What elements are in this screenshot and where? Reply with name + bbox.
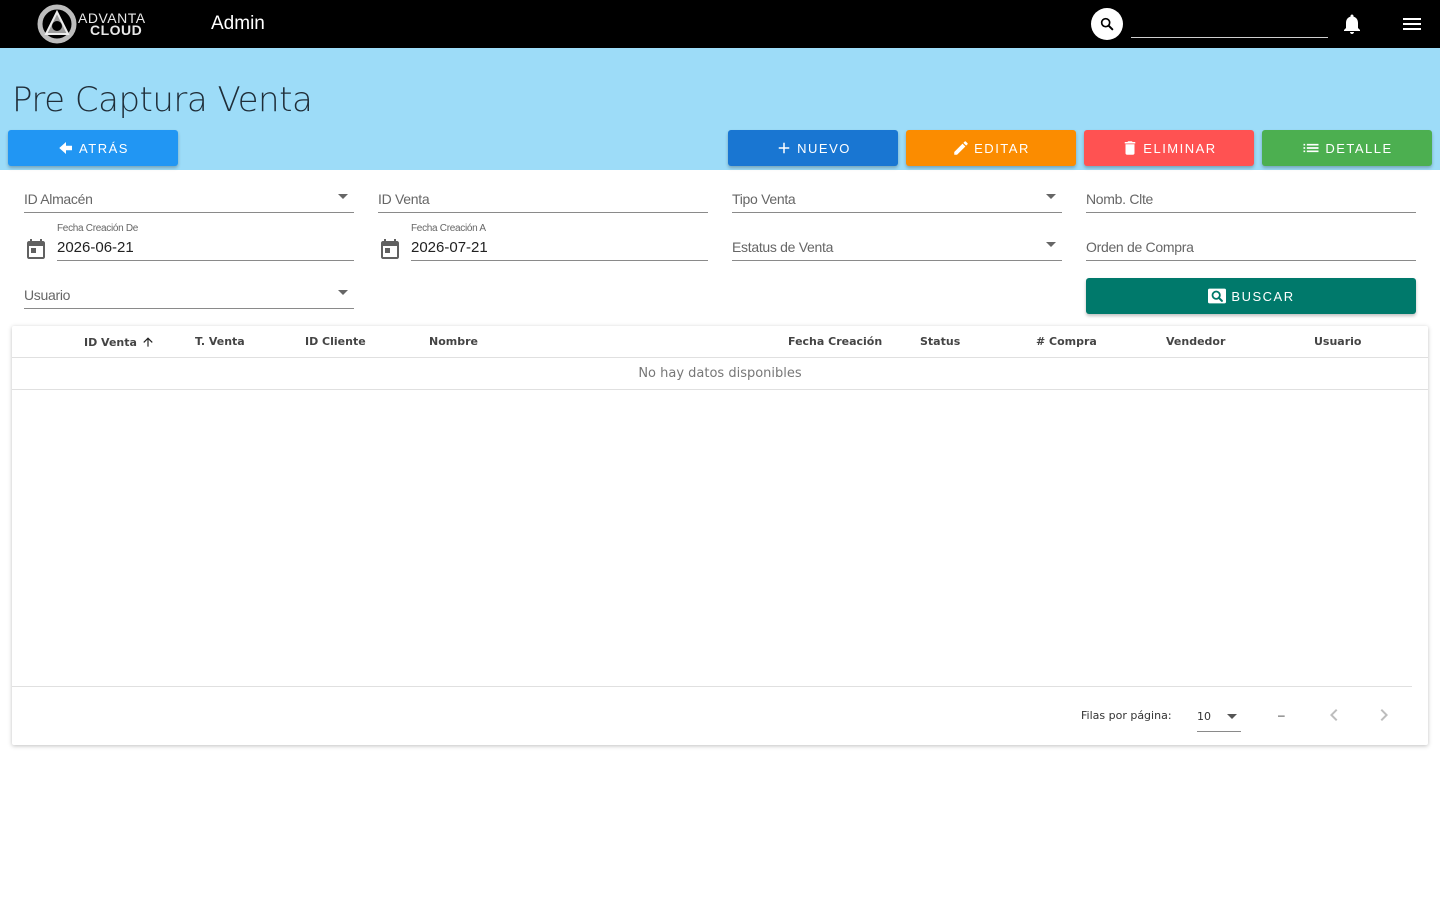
notifications-button[interactable] [1340, 12, 1364, 36]
page-title: Pre Captura Venta [12, 80, 313, 120]
logo-emblem-icon [37, 4, 77, 44]
fecha-creacion-de-field[interactable]: Fecha Creación De 2026-06-21 [57, 223, 354, 261]
column-header-id-venta[interactable]: ID Venta [84, 335, 155, 349]
almacen-select[interactable]: ID Almacén [24, 181, 354, 213]
image-search-icon [1208, 288, 1227, 304]
usuario-select[interactable]: Usuario [24, 277, 354, 309]
fecha-creacion-a-value: 2026-07-21 [411, 239, 488, 256]
detail-button[interactable]: DETALLE [1262, 130, 1432, 166]
search-icon [1100, 17, 1114, 31]
usuario-label: Usuario [24, 287, 71, 303]
column-header-nombre[interactable]: Nombre [429, 335, 478, 348]
calendar-icon[interactable] [24, 237, 48, 261]
arrow-left-icon [59, 142, 73, 154]
rows-per-page-value: 10 [1197, 710, 1211, 723]
nomb-clte-input[interactable]: Nomb. Clte [1086, 181, 1416, 213]
bell-icon [1344, 14, 1360, 34]
calendar-icon[interactable] [378, 237, 402, 261]
tipo-venta-select[interactable]: Tipo Venta [732, 181, 1062, 213]
edit-button-label: EDITAR [974, 140, 1030, 156]
pencil-icon [954, 141, 968, 155]
header-divider [12, 357, 1428, 358]
back-button[interactable]: ATRÁS [8, 130, 178, 166]
next-page-button[interactable] [1372, 703, 1396, 727]
column-header-fecha-creacion[interactable]: Fecha Creación [788, 335, 882, 348]
detail-button-label: DETALLE [1325, 140, 1393, 156]
rows-per-page-label: Filas por página: [1081, 709, 1172, 722]
chevron-down-icon [1046, 194, 1056, 199]
rows-per-page-select[interactable]: 10 [1197, 702, 1241, 732]
sort-ascending-icon [143, 337, 153, 347]
advanta-cloud-logo[interactable]: ADVANTA CLOUD [36, 4, 158, 44]
back-button-label: ATRÁS [79, 140, 129, 156]
almacen-label: ID Almacén [24, 191, 93, 207]
empty-message: No hay datos disponibles [638, 366, 802, 381]
buscar-button-label: BUSCAR [1231, 288, 1295, 304]
id-venta-input[interactable]: ID Venta [378, 181, 708, 213]
column-header-status[interactable]: Status [920, 335, 960, 348]
chevron-down-icon [1227, 714, 1237, 719]
delete-button-label: ELIMINAR [1143, 140, 1217, 156]
fecha-creacion-a-label: Fecha Creación A [411, 223, 486, 234]
column-header-compra[interactable]: # Compra [1036, 335, 1097, 348]
edit-button[interactable]: EDITAR [906, 130, 1076, 166]
column-header-id-cliente[interactable]: ID Cliente [305, 335, 366, 348]
nomb-clte-label: Nomb. Clte [1086, 191, 1154, 207]
column-header-usuario[interactable]: Usuario [1314, 335, 1362, 348]
delete-button[interactable]: ELIMINAR [1084, 130, 1254, 166]
logo-text-cloud: CLOUD [90, 22, 143, 38]
column-header-label: ID Venta [84, 336, 137, 349]
app-title: Admin [211, 13, 265, 34]
estatus-venta-label: Estatus de Venta [732, 239, 834, 255]
trash-icon [1125, 141, 1136, 155]
id-venta-label: ID Venta [378, 191, 430, 207]
new-button-label: NUEVO [797, 140, 851, 156]
buscar-button[interactable]: BUSCAR [1086, 278, 1416, 314]
hamburger-menu-icon [1403, 18, 1421, 30]
estatus-venta-select[interactable]: Estatus de Venta [732, 229, 1062, 261]
page-range-text: – [1278, 708, 1285, 722]
new-button[interactable]: NUEVO [728, 130, 898, 166]
plus-icon [778, 142, 790, 154]
chevron-left-icon [1330, 709, 1338, 721]
search-button[interactable] [1091, 8, 1123, 40]
orden-compra-input[interactable]: Orden de Compra [1086, 229, 1416, 261]
data-table: ID Venta T. Venta ID Cliente Nombre Fech… [12, 326, 1428, 745]
footer-divider [12, 686, 1412, 687]
orden-compra-label: Orden de Compra [1086, 239, 1194, 255]
chevron-down-icon [1046, 242, 1056, 247]
tipo-venta-label: Tipo Venta [732, 191, 796, 207]
app-bar: ADVANTA CLOUD Admin [0, 0, 1440, 48]
chevron-right-icon [1380, 709, 1388, 721]
column-header-t-venta[interactable]: T. Venta [195, 335, 245, 348]
list-icon [1303, 143, 1319, 153]
fecha-creacion-de-value: 2026-06-21 [57, 239, 134, 256]
menu-button[interactable] [1400, 12, 1424, 36]
column-header-vendedor[interactable]: Vendedor [1166, 335, 1225, 348]
fecha-creacion-a-field[interactable]: Fecha Creación A 2026-07-21 [411, 223, 708, 261]
chevron-down-icon [338, 290, 348, 295]
search-input[interactable] [1131, 10, 1328, 38]
chevron-down-icon [338, 194, 348, 199]
row-divider [12, 389, 1428, 390]
previous-page-button[interactable] [1322, 703, 1346, 727]
fecha-creacion-de-label: Fecha Creación De [57, 223, 139, 234]
